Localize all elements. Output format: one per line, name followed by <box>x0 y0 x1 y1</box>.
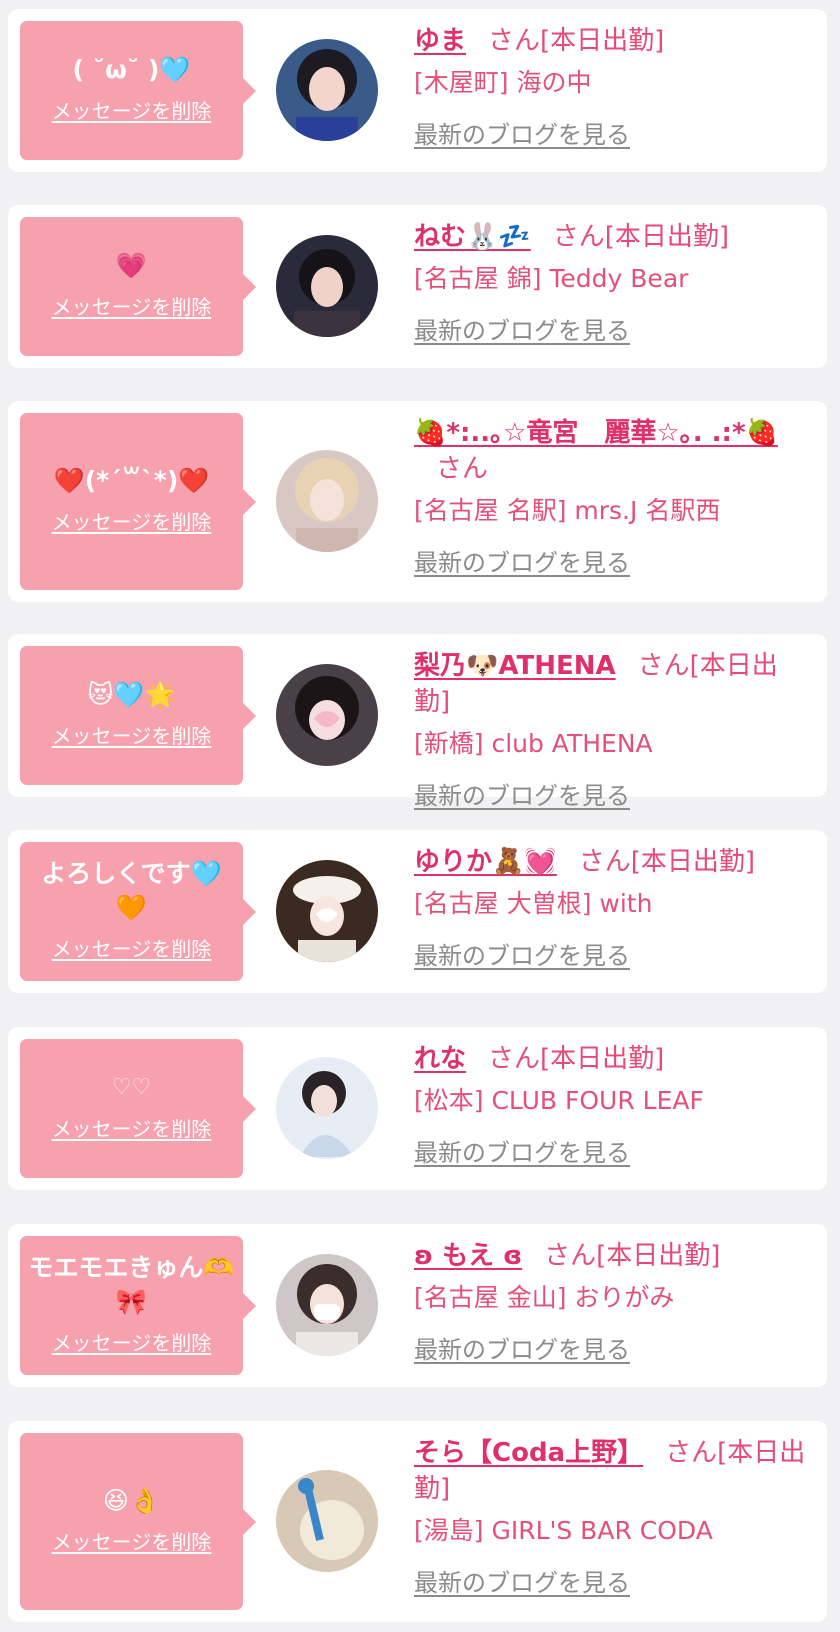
honorific: さん <box>544 1241 597 1271</box>
delete-message-link[interactable]: メッセージを削除 <box>52 291 212 320</box>
status-label: [本日出勤] <box>596 1241 721 1271</box>
latest-blog-link[interactable]: 最新のブログを見る <box>414 1133 630 1168</box>
latest-blog-link[interactable]: 最新のブログを見る <box>414 936 630 971</box>
avatar[interactable] <box>276 1057 378 1159</box>
message-card: ♡♡ メッセージを削除 れな さん[本日出勤] [松本] CLUB FOUR LE… <box>8 1027 827 1190</box>
cast-name-link[interactable]: ねむ🐰💤 <box>414 222 531 252</box>
honorific: さん <box>488 1044 541 1074</box>
latest-blog-link[interactable]: 最新のブログを見る <box>414 115 630 150</box>
delete-message-link[interactable]: メッセージを削除 <box>52 506 212 535</box>
honorific: さん <box>665 1438 718 1468</box>
message-text: ❤️(*´꒳`*)❤️ <box>53 466 210 495</box>
shop-label: [名古屋 大曽根] with <box>414 889 653 918</box>
message-bubble: ❤️(*´꒳`*)❤️ メッセージを削除 <box>20 413 256 590</box>
card-info: ゆりか🧸💓 さん[本日出勤] [名古屋 大曽根] with 最新のブログを見る <box>414 844 813 971</box>
honorific: さん <box>578 847 631 877</box>
shop-label: [名古屋 錦] Teddy Bear <box>414 264 689 293</box>
card-info: 🍓*:..｡☆竜宮 麗華☆｡. .:*🍓 さん [名古屋 名駅] mrs.J 名駅… <box>414 415 813 578</box>
shop-label: [名古屋 名駅] mrs.J 名駅西 <box>414 496 721 525</box>
status-label: [本日出勤] <box>604 222 730 252</box>
shop-label: [松本] CLUB FOUR LEAF <box>414 1086 704 1115</box>
card-info: れな さん[本日出勤] [松本] CLUB FOUR LEAF 最新のブログを見る <box>414 1041 813 1168</box>
shop-label: [木屋町] 海の中 <box>414 68 592 97</box>
message-card: ( ˘ω˘ )🩵 メッセージを削除 ゆま さん[本日出勤] [木屋町] 海の中 最… <box>8 9 827 172</box>
shop-label: [湯島] GIRL'S BAR CODA <box>414 1516 713 1545</box>
avatar[interactable] <box>276 664 378 766</box>
status-label: [本日出勤] <box>630 847 756 877</box>
message-bubble: モエモエきゅん🫶🎀 メッセージを削除 <box>20 1236 256 1375</box>
honorific: さん <box>552 222 605 252</box>
message-text: よろしくです🩵🧡 <box>41 859 222 922</box>
honorific: さん <box>436 454 489 484</box>
delete-message-link[interactable]: メッセージを削除 <box>52 1113 212 1142</box>
honorific: さん <box>637 651 690 681</box>
card-info: ねむ🐰💤 さん[本日出勤] [名古屋 錦] Teddy Bear 最新のブログを見… <box>414 219 813 346</box>
shop-label: [名古屋 金山] おりがみ <box>414 1283 675 1312</box>
message-text: ( ˘ω˘ )🩵 <box>72 55 191 84</box>
honorific: さん <box>488 26 541 56</box>
message-card: ❤️(*´꒳`*)❤️ メッセージを削除 🍓*:..｡☆竜宮 麗華☆｡. .:*… <box>8 401 827 602</box>
cast-name-link[interactable]: 梨乃🐶ATHENA <box>414 651 616 681</box>
message-card: モエモエきゅん🫶🎀 メッセージを削除 ʚ もえ ɞ さん[本日出勤] [名古屋 金… <box>8 1224 827 1387</box>
message-bubble: ( ˘ω˘ )🩵 メッセージを削除 <box>20 21 256 160</box>
cast-name-link[interactable]: れな <box>414 1044 466 1074</box>
message-text: モエモエきゅん🫶🎀 <box>28 1253 235 1316</box>
message-card: 💗 メッセージを削除 ねむ🐰💤 さん[本日出勤] [名古屋 錦] Teddy Be… <box>8 205 827 368</box>
card-info: ʚ もえ ɞ さん[本日出勤] [名古屋 金山] おりがみ 最新のブログを見る <box>414 1238 813 1365</box>
delete-message-link[interactable]: メッセージを削除 <box>52 933 212 962</box>
avatar[interactable] <box>276 1470 378 1572</box>
avatar[interactable] <box>276 860 378 962</box>
delete-message-link[interactable]: メッセージを削除 <box>52 1327 212 1356</box>
avatar[interactable] <box>276 39 378 141</box>
message-bubble: 💗 メッセージを削除 <box>20 217 256 356</box>
message-bubble: 😻🩵🌟 メッセージを削除 <box>20 646 256 785</box>
cast-name-link[interactable]: ゆりか🧸💓 <box>414 847 557 877</box>
cast-name-link[interactable]: そら【Coda上野】 <box>414 1438 643 1468</box>
message-text: 💗 <box>115 251 148 280</box>
latest-blog-link[interactable]: 最新のブログを見る <box>414 543 630 578</box>
avatar[interactable] <box>276 235 378 337</box>
message-card: 😆👌 メッセージを削除 そら【Coda上野】 さん[本日出勤] [湯島] GIRL… <box>8 1421 827 1622</box>
message-card: よろしくです🩵🧡 メッセージを削除 ゆりか🧸💓 さん[本日出勤] [名古屋 大曽根… <box>8 830 827 993</box>
status-label: [本日出勤] <box>540 1044 665 1074</box>
latest-blog-link[interactable]: 最新のブログを見る <box>414 311 630 346</box>
card-info: 梨乃🐶ATHENA さん[本日出勤] [新橋] club ATHENA 最新のブロ… <box>414 648 813 811</box>
message-text: ♡♡ <box>111 1075 152 1100</box>
delete-message-link[interactable]: メッセージを削除 <box>52 1526 212 1555</box>
message-text: 😆👌 <box>102 1486 161 1515</box>
message-text: 😻🩵🌟 <box>87 680 176 709</box>
cast-name-link[interactable]: ゆま <box>414 26 466 56</box>
message-bubble: 😆👌 メッセージを削除 <box>20 1433 256 1610</box>
latest-blog-link[interactable]: 最新のブログを見る <box>414 1563 630 1598</box>
card-info: そら【Coda上野】 さん[本日出勤] [湯島] GIRL'S BAR CODA … <box>414 1435 813 1598</box>
latest-blog-link[interactable]: 最新のブログを見る <box>414 1330 630 1365</box>
cast-name-link[interactable]: 🍓*:..｡☆竜宮 麗華☆｡. .:*🍓 <box>414 418 778 448</box>
avatar[interactable] <box>276 450 378 552</box>
message-bubble: よろしくです🩵🧡 メッセージを削除 <box>20 842 256 981</box>
status-label: [本日出勤] <box>540 26 665 56</box>
card-info: ゆま さん[本日出勤] [木屋町] 海の中 最新のブログを見る <box>414 23 813 150</box>
delete-message-link[interactable]: メッセージを削除 <box>52 720 212 749</box>
cast-name-link[interactable]: ʚ もえ ɞ <box>414 1241 522 1271</box>
shop-label: [新橋] club ATHENA <box>414 729 653 758</box>
message-list: ( ˘ω˘ )🩵 メッセージを削除 ゆま さん[本日出勤] [木屋町] 海の中 最… <box>0 0 840 1632</box>
latest-blog-link[interactable]: 最新のブログを見る <box>414 776 630 811</box>
message-bubble: ♡♡ メッセージを削除 <box>20 1039 256 1178</box>
message-card: 😻🩵🌟 メッセージを削除 梨乃🐶ATHENA さん[本日出勤] [新橋] club… <box>8 634 827 810</box>
avatar[interactable] <box>276 1254 378 1356</box>
delete-message-link[interactable]: メッセージを削除 <box>52 95 212 124</box>
